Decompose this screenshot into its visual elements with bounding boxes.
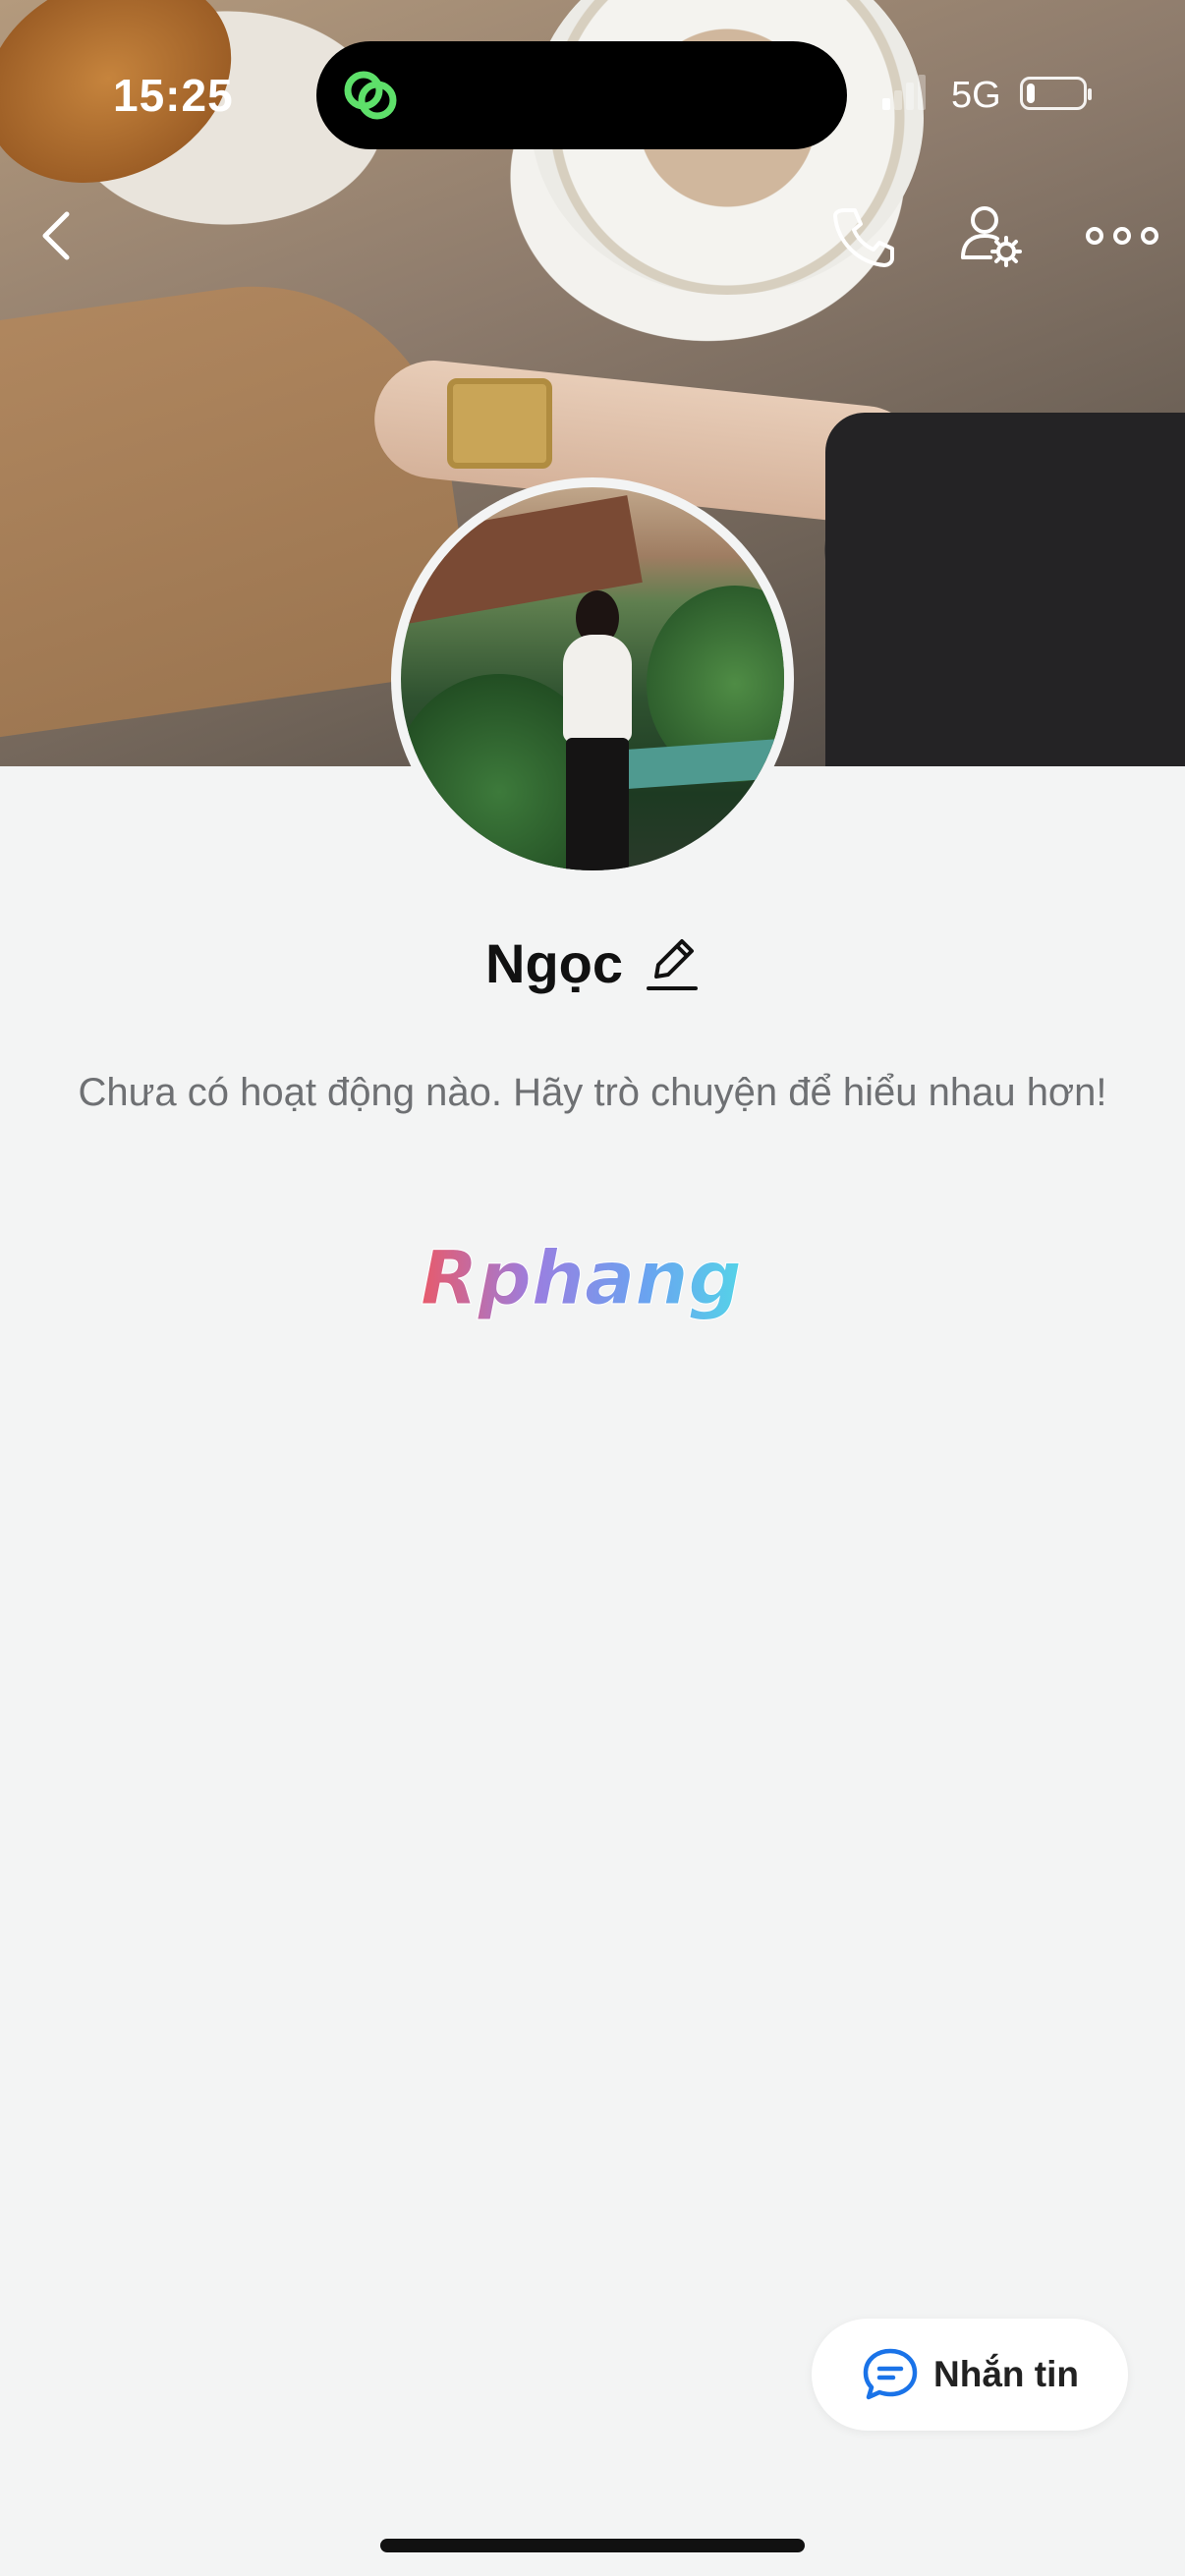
user-gear-icon bbox=[961, 206, 1022, 267]
status-time: 15:25 bbox=[113, 70, 234, 121]
watermark-text: Rphang bbox=[421, 1234, 742, 1321]
empty-activity-text: Chưa có hoạt động nào. Hãy trò chuyện để… bbox=[78, 1071, 1107, 1114]
profile-settings-button[interactable] bbox=[951, 196, 1030, 275]
message-button[interactable]: Nhắn tin bbox=[812, 2319, 1128, 2431]
phone-icon bbox=[833, 208, 894, 267]
cover-watch bbox=[447, 378, 552, 469]
avatar-photo bbox=[401, 487, 784, 870]
home-indicator bbox=[380, 2539, 805, 2552]
more-dots-icon bbox=[1086, 227, 1158, 245]
link-icon bbox=[344, 71, 397, 120]
network-type: 5G bbox=[951, 75, 1001, 116]
message-button-label: Nhắn tin bbox=[933, 2354, 1079, 2394]
back-button[interactable] bbox=[20, 196, 98, 275]
signal-icon bbox=[882, 75, 926, 110]
chevron-left-icon bbox=[42, 211, 70, 260]
chat-bubble-icon bbox=[863, 2348, 918, 2400]
avatar[interactable] bbox=[391, 477, 794, 880]
dynamic-island bbox=[316, 41, 847, 149]
profile-name-row: Ngọc bbox=[0, 924, 1185, 1002]
cover-bag bbox=[825, 413, 1185, 766]
pencil-icon[interactable] bbox=[645, 931, 700, 994]
watermark-logo: Rphang bbox=[421, 1234, 743, 1322]
profile-name: Ngọc bbox=[485, 931, 623, 994]
status-bar: 15:25 5G bbox=[0, 0, 1185, 196]
more-button[interactable] bbox=[1081, 196, 1163, 275]
call-button[interactable] bbox=[823, 196, 902, 275]
battery-icon bbox=[1020, 77, 1092, 110]
